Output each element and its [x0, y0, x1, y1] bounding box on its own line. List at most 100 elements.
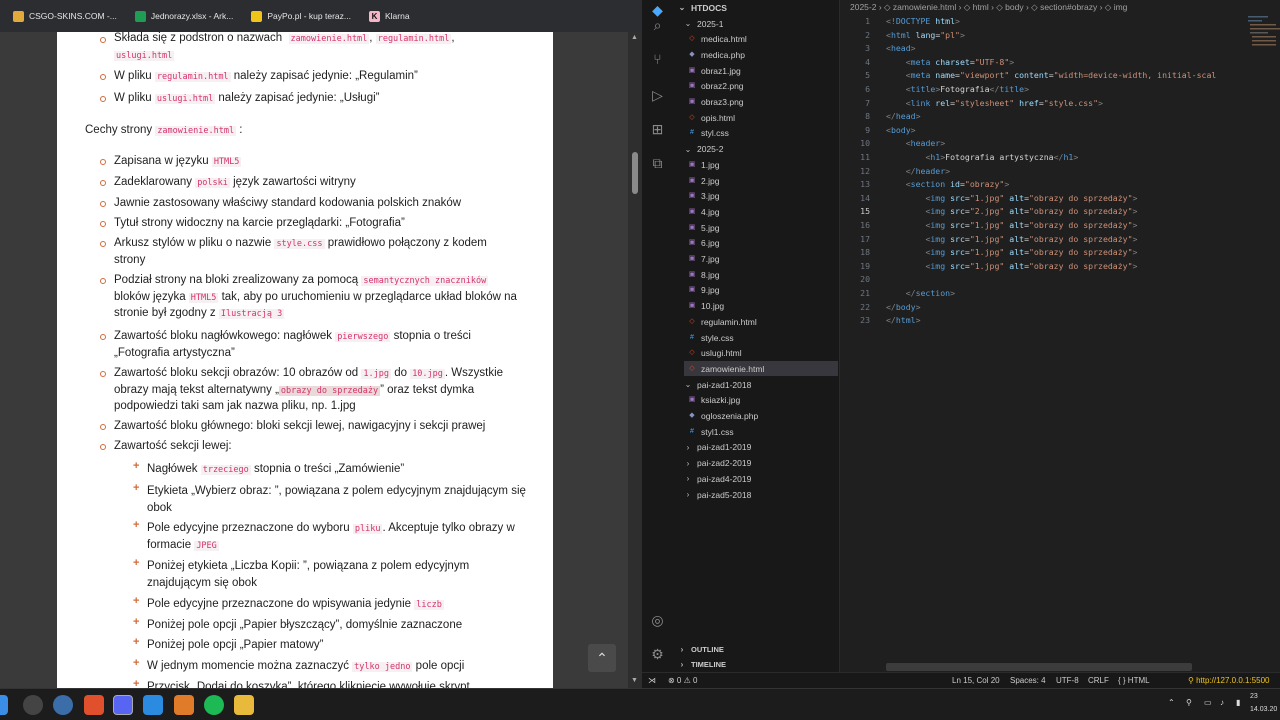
file-item[interactable]: ▣ 10.jpg [688, 299, 838, 314]
volume-icon[interactable]: ♪ [1220, 698, 1224, 707]
file-item[interactable]: ▣ 4.jpg [688, 204, 838, 219]
file-explorer-icon[interactable] [234, 695, 254, 715]
spotify-icon[interactable] [204, 695, 224, 715]
code-line[interactable]: </header> [886, 166, 950, 180]
clock-time[interactable]: 23 [1250, 693, 1258, 700]
file-item[interactable]: ▣ 5.jpg [688, 220, 838, 235]
code-line[interactable]: <img src="1.jpg" alt="obrazy do sprzedaż… [886, 234, 1137, 248]
file-item[interactable]: ◇ medica.html [688, 32, 838, 47]
file-item[interactable]: ▣ 1.jpg [688, 157, 838, 172]
explorer-root[interactable]: ⌄ HTDOCS [678, 0, 727, 15]
scroll-to-top-button[interactable]: ⌃ [588, 644, 616, 672]
folder-item[interactable]: ⌄ 2025-2 [684, 142, 834, 157]
code-line[interactable]: <link rel="stylesheet" href="style.css"> [886, 98, 1103, 112]
remote-explorer-icon[interactable]: ⧉ [650, 156, 665, 171]
file-item[interactable]: ◇ opis.html [688, 110, 838, 125]
bookmark-paypo[interactable]: PayPo.pl - kup teraz... [242, 0, 360, 32]
problems-count[interactable]: ⊗ 0 ⚠ 0 [668, 676, 697, 685]
file-item[interactable]: ▣ 9.jpg [688, 283, 838, 298]
file-item[interactable]: ▣ obraz1.jpg [688, 63, 838, 78]
file-item[interactable]: ▣ 3.jpg [688, 189, 838, 204]
location-icon[interactable]: ⚲ [1186, 698, 1192, 707]
xampp-icon[interactable] [174, 695, 194, 715]
code-line[interactable]: <title>Fotografia</title> [886, 84, 1029, 98]
bookmark-csgo[interactable]: CSGO-SKINS.COM -... [4, 0, 126, 32]
remote-indicator-icon[interactable]: ⋊ [648, 676, 656, 685]
code-line[interactable]: </section> [886, 288, 955, 302]
timeline-panel[interactable]: › TIMELINE [678, 657, 726, 672]
file-item[interactable]: ▣ obraz2.png [688, 79, 838, 94]
file-item[interactable]: # style.css [688, 330, 838, 345]
file-item[interactable]: ▣ 8.jpg [688, 267, 838, 282]
code-editor[interactable]: 2025-2 › ◇ zamowienie.html › ◇ html › ◇ … [840, 0, 1280, 688]
line-ending[interactable]: CRLF [1088, 676, 1109, 685]
scrollbar-thumb[interactable] [632, 152, 638, 194]
code-line[interactable]: <img src="2.jpg" alt="obrazy do sprzedaż… [886, 206, 1137, 220]
live-server-status[interactable]: ⚲ http://127.0.0.1:5500 [1188, 676, 1269, 685]
encoding[interactable]: UTF-8 [1056, 676, 1079, 685]
file-item[interactable]: ▣ 6.jpg [688, 236, 838, 251]
bookmark-jednorazy[interactable]: Jednorazy.xlsx - Ark... [126, 0, 243, 32]
language-mode[interactable]: { } HTML [1118, 676, 1150, 685]
code-line[interactable]: <header> [886, 138, 945, 152]
indentation[interactable]: Spaces: 4 [1010, 676, 1046, 685]
file-item[interactable]: ◆ ogloszenia.php [688, 409, 838, 424]
code-line[interactable]: <img src="1.jpg" alt="obrazy do sprzedaż… [886, 247, 1137, 261]
discord-icon[interactable] [113, 695, 133, 715]
folder-item[interactable]: › pai-zad2-2019 [684, 456, 834, 471]
extensions-icon[interactable]: ⊞ [650, 122, 665, 137]
file-item[interactable]: ◆ medica.php [688, 47, 838, 62]
file-item[interactable]: ▣ obraz3.png [688, 95, 838, 110]
account-icon[interactable]: ◎ [650, 613, 665, 628]
file-item[interactable]: ◇ regulamin.html [688, 314, 838, 329]
scroll-down-arrow-icon[interactable]: ▼ [631, 677, 638, 684]
file-item[interactable]: ▣ 7.jpg [688, 252, 838, 267]
code-line[interactable]: <body> [886, 125, 916, 139]
code-line[interactable]: <img src="1.jpg" alt="obrazy do sprzedaż… [886, 220, 1137, 234]
start-icon[interactable] [0, 695, 8, 715]
brave-browser-icon[interactable] [84, 695, 104, 715]
code-line[interactable]: <!DOCTYPE html> [886, 16, 960, 30]
outline-panel[interactable]: › OUTLINE [678, 642, 724, 657]
source-control-icon[interactable]: ⑂ [650, 52, 665, 67]
tray-chevron-icon[interactable]: ⌃ [1168, 698, 1175, 707]
code-line[interactable]: <img src="1.jpg" alt="obrazy do sprzedaż… [886, 261, 1137, 275]
run-debug-icon[interactable]: ▷ [650, 88, 665, 103]
app-icon[interactable] [53, 695, 73, 715]
search-icon[interactable]: ⌕ [650, 18, 665, 33]
code-line[interactable]: </body> [886, 302, 921, 316]
horizontal-scrollbar[interactable] [886, 663, 1192, 671]
settings-gear-icon[interactable]: ⚙ [650, 647, 665, 662]
browser-scrollbar[interactable]: ▲ ▼ [628, 32, 642, 688]
folder-item[interactable]: ⌄ pai-zad1-2018 [684, 377, 834, 392]
bookmark-klarna[interactable]: K Klarna [360, 0, 419, 32]
app-icon[interactable] [23, 695, 43, 715]
folder-item[interactable]: › pai-zad1-2019 [684, 440, 834, 455]
file-item[interactable]: ▣ 2.jpg [688, 173, 838, 188]
file-item[interactable]: ▣ ksiazki.jpg [688, 393, 838, 408]
file-item[interactable]: ◇ uslugi.html [688, 346, 838, 361]
minimap[interactable] [1246, 14, 1280, 54]
breadcrumb[interactable]: 2025-2 › ◇ zamowienie.html › ◇ html › ◇ … [850, 2, 1127, 13]
code-line[interactable]: <meta charset="UTF-8"> [886, 57, 1014, 71]
code-line[interactable]: </html> [886, 315, 921, 329]
code-line[interactable]: <head> [886, 43, 916, 57]
code-line[interactable]: <img src="1.jpg" alt="obrazy do sprzedaż… [886, 193, 1137, 207]
folder-item[interactable]: › pai-zad5-2018 [684, 487, 834, 502]
code-line[interactable]: <meta name="viewport" content="width=dev… [886, 70, 1217, 84]
file-item[interactable]: # styl.css [688, 126, 838, 141]
code-line[interactable]: </head> [886, 111, 921, 125]
code-line[interactable]: <html lang="pl"> [886, 30, 965, 44]
file-item[interactable]: # styl1.css [688, 424, 838, 439]
vscode-icon[interactable] [143, 695, 163, 715]
network-icon[interactable]: ▭ [1204, 698, 1212, 707]
folder-item[interactable]: ⌄ 2025-1 [684, 16, 834, 31]
clock-date[interactable]: 14.03.20 [1250, 706, 1277, 713]
file-item[interactable]: ◇ zamowienie.html [684, 361, 838, 377]
scroll-up-arrow-icon[interactable]: ▲ [631, 34, 638, 41]
cursor-position[interactable]: Ln 15, Col 20 [952, 676, 1000, 685]
battery-icon[interactable]: ▮ [1236, 698, 1240, 707]
code-line[interactable]: <h1>Fotografia artystyczna</h1> [886, 152, 1078, 166]
folder-item[interactable]: › pai-zad4-2019 [684, 471, 834, 486]
code-line[interactable]: <section id="obrazy"> [886, 179, 1010, 193]
